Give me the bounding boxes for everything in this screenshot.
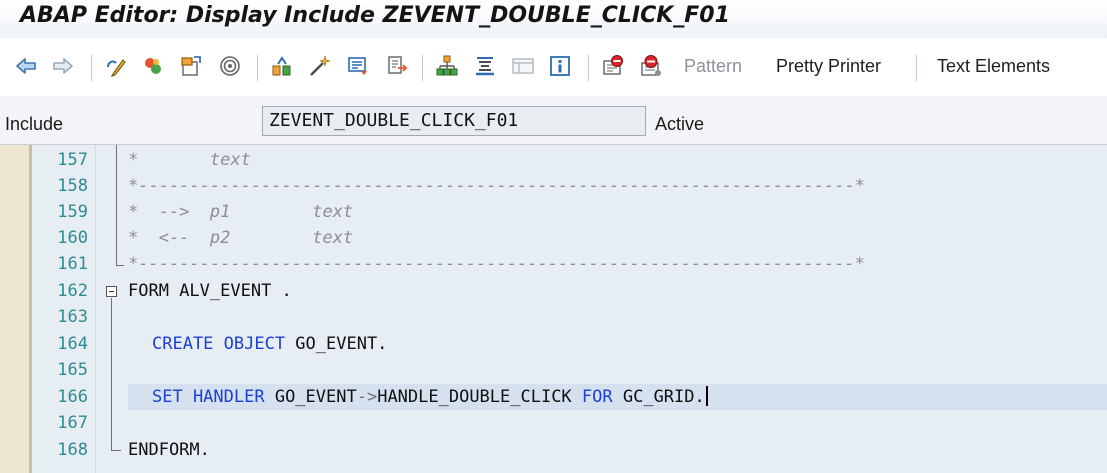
line-number: 168: [57, 440, 88, 460]
line-number: 161: [57, 254, 88, 274]
text-cursor: [705, 386, 708, 406]
test-icon[interactable]: [345, 51, 371, 81]
code-token: GC_GRID.: [612, 387, 705, 407]
line-number: 167: [57, 413, 88, 433]
toolbar-separator: [257, 55, 258, 81]
code-line-159[interactable]: * --> p1 text: [128, 199, 353, 225]
keyword-token: ENDFORM: [128, 440, 200, 460]
line-number: 157: [57, 150, 88, 170]
line-number: 163: [57, 307, 88, 327]
toolbar-separator: [91, 55, 92, 81]
display-change-icon[interactable]: [103, 51, 129, 81]
toolbar-separator: [422, 55, 423, 81]
code-line-157[interactable]: * text: [128, 147, 251, 173]
fold-bracket-line: [111, 298, 112, 450]
code-token: GO_EVENT: [264, 387, 357, 407]
collapse-toggle-icon[interactable]: [106, 286, 117, 297]
code-token: HANDLE_DOUBLE_CLICK: [377, 387, 582, 407]
navigation-window-icon[interactable]: [434, 51, 460, 81]
display-object-list-icon[interactable]: [384, 51, 410, 81]
include-label: Include: [5, 114, 64, 134]
pretty-printer-button[interactable]: Pretty Printer: [776, 56, 881, 77]
fold-bracket-end: [111, 450, 121, 451]
application-toolbar: Pattern Pretty Printer Text Elements: [0, 38, 1107, 96]
keyword-token: SET HANDLER: [152, 387, 265, 407]
code-line-164[interactable]: CREATE OBJECT GO_EVENT.: [152, 331, 387, 357]
keyword-token: FORM: [128, 281, 169, 301]
activate-icon[interactable]: [307, 51, 333, 81]
code-line-158[interactable]: *---------------------------------------…: [128, 173, 865, 199]
set-breakpoint-external-icon[interactable]: [638, 51, 664, 81]
include-name-field[interactable]: ZEVENT_DOUBLE_CLICK_F01: [262, 106, 646, 136]
back-arrow-icon[interactable]: [13, 51, 39, 81]
other-object-icon[interactable]: [178, 51, 204, 81]
code-line-161[interactable]: *---------------------------------------…: [128, 251, 865, 277]
code-line-162[interactable]: FORM ALV_EVENT .: [128, 278, 292, 304]
where-used-icon[interactable]: [217, 51, 243, 81]
fold-bracket-end: [116, 265, 124, 266]
keyword-token: FOR: [581, 387, 613, 407]
fold-bracket-line: [116, 145, 117, 265]
layout-icon[interactable]: [510, 51, 536, 81]
editor-left-margin: [0, 145, 32, 473]
line-number: 159: [57, 202, 88, 222]
operator-token: ->: [356, 387, 378, 407]
code-token: .: [199, 440, 210, 460]
check-syntax-icon[interactable]: [269, 51, 295, 81]
line-number: 166: [57, 387, 88, 407]
title-bar: ABAP Editor: Display Include ZEVENT_DOUB…: [0, 0, 1107, 38]
line-number: 162: [57, 281, 88, 301]
code-token: ALV_EVENT .: [168, 281, 292, 301]
help-info-icon[interactable]: [547, 51, 573, 81]
code-line-166[interactable]: SET HANDLER GO_EVENT->HANDLE_DOUBLE_CLIC…: [152, 384, 708, 410]
line-number: 160: [57, 228, 88, 248]
code-line-160[interactable]: * <-- p2 text: [128, 225, 353, 251]
code-token: GO_EVENT.: [285, 334, 388, 354]
line-number: 158: [57, 176, 88, 196]
gutter-divider: [95, 145, 96, 473]
keyword-token: CREATE OBJECT: [152, 334, 286, 354]
code-editor[interactable]: 157 158 159 160 161 162 163 164 165 166 …: [0, 145, 1107, 473]
text-elements-button[interactable]: Text Elements: [937, 56, 1050, 77]
toolbar-separator: [588, 55, 589, 81]
active-inactive-icon[interactable]: [140, 51, 166, 81]
activation-status: Active: [655, 114, 705, 134]
hierarchy-icon[interactable]: [472, 51, 498, 81]
set-breakpoint-session-icon[interactable]: [600, 51, 626, 81]
line-number: 165: [57, 360, 88, 380]
line-number: 164: [57, 334, 88, 354]
include-field-row: Include ZEVENT_DOUBLE_CLICK_F01 Active: [0, 96, 1107, 145]
code-line-168[interactable]: ENDFORM.: [128, 437, 210, 463]
window-title: ABAP Editor: Display Include ZEVENT_DOUB…: [20, 3, 730, 28]
toolbar-separator: [916, 55, 917, 81]
pattern-button[interactable]: Pattern: [684, 56, 742, 77]
forward-arrow-icon[interactable]: [50, 51, 76, 81]
